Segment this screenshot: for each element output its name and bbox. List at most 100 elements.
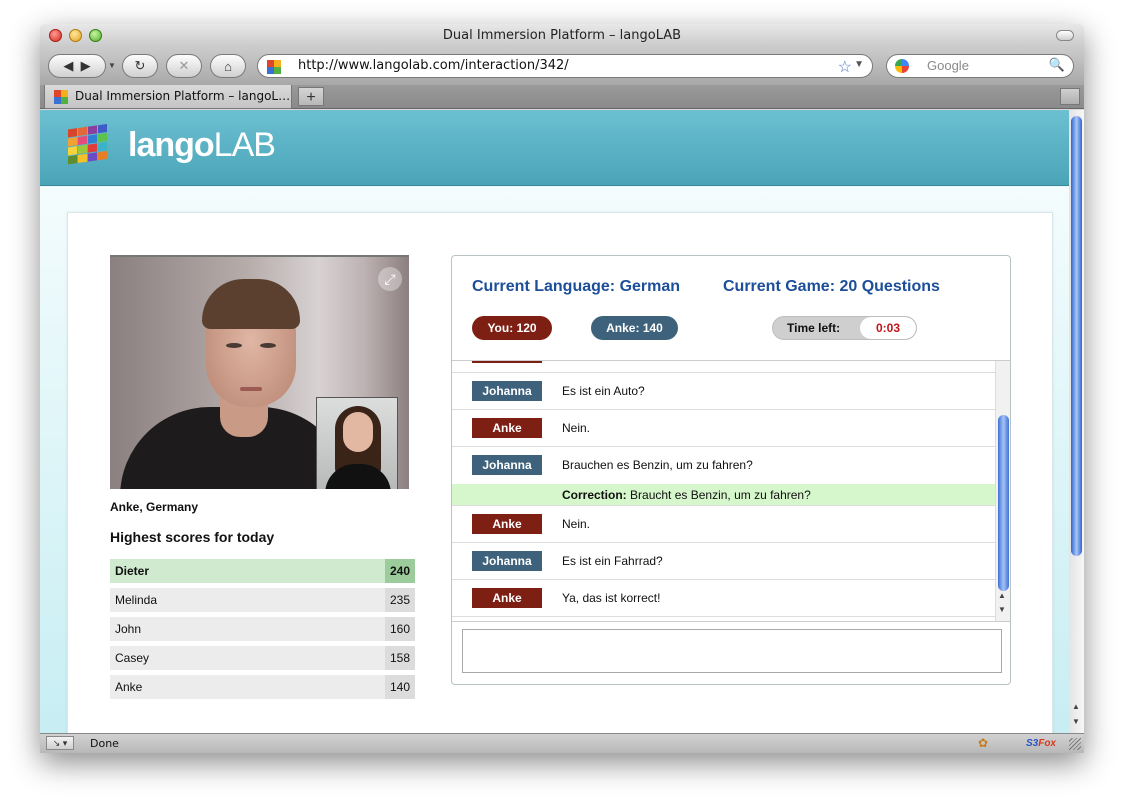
- reload-icon: ↻: [134, 58, 146, 73]
- timer: Time left: 0:03: [772, 316, 917, 340]
- url-dropdown-icon[interactable]: ▼: [854, 59, 864, 70]
- video-caption: Anke, Germany: [110, 500, 199, 514]
- title-bar: Dual Immersion Platform – langoLAB: [40, 24, 1084, 48]
- self-view-video[interactable]: [316, 397, 398, 489]
- score-value: 240: [385, 559, 415, 583]
- speaker-badge: Anke: [472, 514, 542, 534]
- video-feed[interactable]: ⤢: [110, 255, 409, 489]
- s3fox-part-a: S3: [1025, 738, 1039, 749]
- message-text: Brauchen es Benzin, um zu fahren?: [562, 458, 753, 472]
- history-dropdown-icon[interactable]: ▼: [108, 61, 116, 70]
- s3fox-extension-icon[interactable]: S3Fox: [1026, 734, 1056, 753]
- partner-score-badge: Anke: 140: [591, 316, 678, 340]
- page-scroll-thumb[interactable]: [1071, 116, 1082, 556]
- main-panel: ⤢ Anke, Germany Highest scores for today…: [67, 212, 1053, 733]
- back-forward-buttons[interactable]: ◀ ▶: [48, 54, 106, 78]
- site-logo-text[interactable]: langoLAB: [128, 126, 276, 165]
- scroll-up-arrow-icon[interactable]: ▲: [998, 591, 1006, 600]
- search-placeholder[interactable]: Google: [927, 55, 969, 77]
- page-scroll-up-icon[interactable]: ▲: [1072, 702, 1080, 711]
- chat-message: Anke Nein.: [452, 506, 995, 543]
- chat-message: Johanna Es ist ein Auto?: [452, 373, 995, 410]
- site-header: langoLAB: [40, 110, 1069, 186]
- scores-title: Highest scores for today: [110, 529, 275, 545]
- score-row: John 160: [110, 617, 415, 641]
- window-title: Dual Immersion Platform – langoLAB: [442, 28, 682, 43]
- firebug-icon[interactable]: ✿: [978, 736, 988, 750]
- tab-favicon-icon: [54, 90, 68, 104]
- message-text: Nein.: [562, 517, 591, 531]
- chat-message-partial: [452, 361, 995, 373]
- score-value: 160: [385, 617, 415, 641]
- home-button[interactable]: ⌂: [210, 54, 246, 78]
- scroll-down-arrow-icon[interactable]: ▼: [998, 605, 1006, 614]
- speaker-badge: Anke: [472, 588, 542, 608]
- time-left-value: 0:03: [860, 317, 916, 339]
- back-icon[interactable]: ◀: [63, 58, 73, 74]
- chat-scrollbar[interactable]: ▲ ▼: [995, 361, 1010, 621]
- site-favicon-icon: [267, 60, 281, 74]
- correction-text: Braucht es Benzin, um zu fahren?: [630, 488, 811, 502]
- stop-icon: ✕: [178, 58, 190, 73]
- address-bar[interactable]: http://www.langolab.com/interaction/342/…: [257, 54, 873, 78]
- message-text: Es ist ein Auto?: [562, 384, 645, 398]
- langolab-logo-icon[interactable]: [64, 124, 118, 168]
- chat-scroll-thumb[interactable]: [998, 415, 1009, 591]
- stop-button[interactable]: ✕: [166, 54, 202, 78]
- score-name: Casey: [115, 651, 150, 665]
- new-tab-button[interactable]: +: [298, 87, 324, 106]
- forward-icon[interactable]: ▶: [81, 58, 91, 74]
- score-row: Casey 158: [110, 646, 415, 670]
- current-game: Current Game: 20 Questions: [723, 278, 940, 295]
- correction-label: Correction:: [562, 488, 627, 502]
- minimize-window-button[interactable]: [69, 29, 82, 42]
- tab-list-button[interactable]: [1060, 88, 1080, 105]
- status-text: Done: [90, 737, 119, 750]
- score-value: 140: [385, 675, 415, 699]
- chat-message: Anke Ya, das ist korrect!: [452, 580, 995, 617]
- chat-log[interactable]: Johanna Es ist ein Auto? Anke Nein. Joha…: [452, 360, 1010, 622]
- page-scroll-down-icon[interactable]: ▼: [1072, 717, 1080, 726]
- score-value: 158: [385, 646, 415, 670]
- score-row: Dieter 240: [110, 559, 415, 583]
- s3fox-part-b: Fox: [1038, 738, 1056, 749]
- url-text[interactable]: http://www.langolab.com/interaction/342/: [298, 55, 569, 77]
- speaker-badge: Johanna: [472, 381, 542, 401]
- search-bar[interactable]: Google 🔍: [886, 54, 1074, 78]
- close-window-button[interactable]: [49, 29, 62, 42]
- score-name: Melinda: [115, 593, 158, 607]
- speaker-badge: Anke: [472, 418, 542, 438]
- video-person-eye: [226, 343, 242, 348]
- speaker-badge: [472, 361, 542, 363]
- page-scrollbar[interactable]: ▲ ▼: [1069, 110, 1084, 733]
- score-name: Dieter: [115, 564, 150, 578]
- speaker-badge: Johanna: [472, 551, 542, 571]
- reload-button[interactable]: ↻: [122, 54, 158, 78]
- chat-message: Johanna Es ist ein Fahrrad?: [452, 543, 995, 580]
- fullscreen-icon[interactable]: ⤢: [378, 267, 402, 291]
- logo-light-part: LAB: [213, 126, 276, 164]
- score-name: Anke: [115, 680, 143, 694]
- video-person-eye: [260, 343, 276, 348]
- resize-grip-icon[interactable]: [1069, 738, 1081, 750]
- status-bar: ↘ ▾ Done ✿ S3Fox: [40, 733, 1084, 753]
- tab-active[interactable]: Dual Immersion Platform – langoL…: [44, 85, 292, 109]
- search-icon[interactable]: 🔍: [1049, 57, 1065, 73]
- score-name: John: [115, 622, 142, 636]
- chat-input[interactable]: [462, 629, 1002, 673]
- status-tools-icon[interactable]: ↘ ▾: [46, 736, 74, 750]
- toolbar-toggle-button[interactable]: [1056, 30, 1074, 41]
- game-panel: Current Language: German Current Game: 2…: [451, 255, 1011, 685]
- speaker-badge: Johanna: [472, 455, 542, 475]
- your-score-badge: You: 120: [472, 316, 552, 340]
- current-language: Current Language: German: [472, 278, 681, 295]
- message-text: Es ist ein Fahrrad?: [562, 554, 663, 568]
- browser-window: Dual Immersion Platform – langoLAB ◀ ▶ ▼…: [40, 24, 1084, 753]
- zoom-window-button[interactable]: [89, 29, 102, 42]
- score-row: Melinda 235: [110, 588, 415, 612]
- bookmark-star-icon[interactable]: ☆: [838, 57, 852, 77]
- page-content: langoLAB ⤢ Anke, Germany Highest scores …: [40, 110, 1069, 733]
- scores-table: Dieter 240 Melinda 235 John 160 Casey 15…: [110, 559, 415, 704]
- video-person-mouth: [240, 387, 262, 391]
- google-search-engine-icon[interactable]: [895, 59, 909, 73]
